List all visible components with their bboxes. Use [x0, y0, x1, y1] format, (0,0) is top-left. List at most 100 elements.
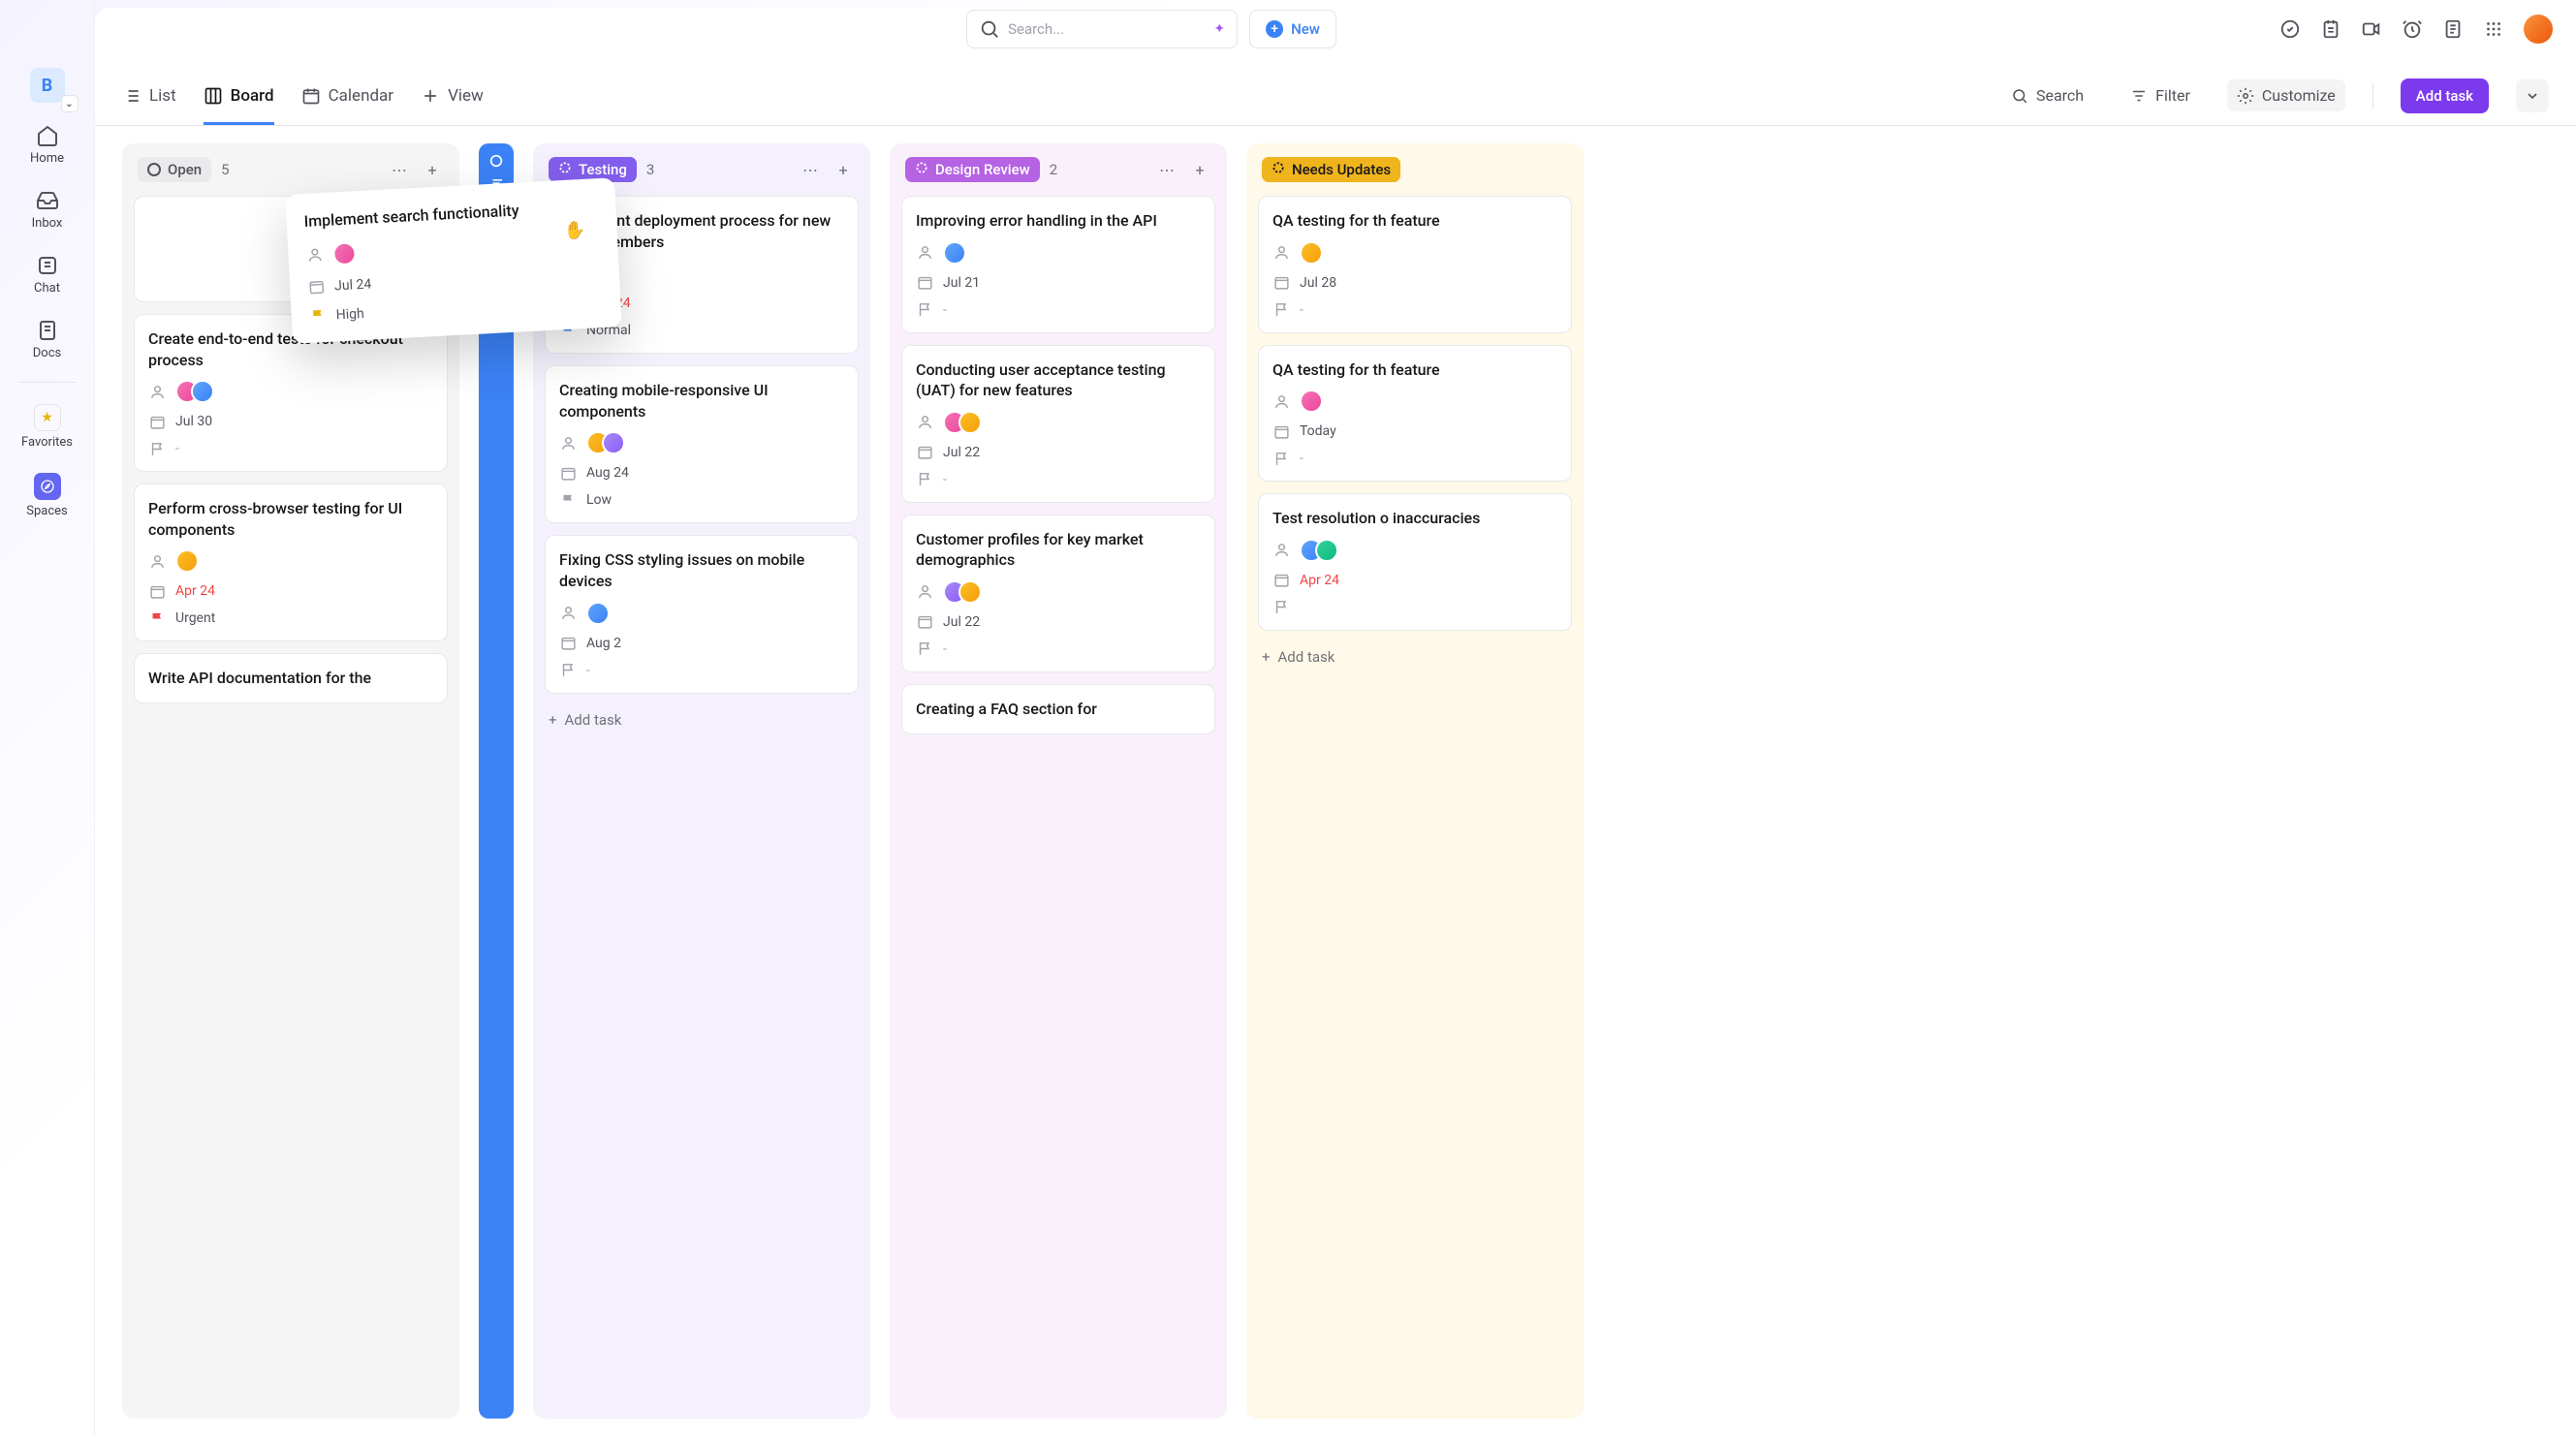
- task-card[interactable]: Creating mobile-responsive UI components…: [545, 365, 859, 523]
- card-assignees[interactable]: [305, 229, 601, 267]
- sidebar-item-spaces[interactable]: Spaces: [0, 463, 94, 528]
- more-icon[interactable]: ⋯: [1155, 158, 1178, 181]
- card-date[interactable]: Jul 24: [307, 264, 603, 297]
- document-icon[interactable]: [2442, 18, 2464, 40]
- workspace-switcher[interactable]: B ⌄: [30, 68, 65, 103]
- calendar-icon: [916, 274, 933, 292]
- sidebar-item-favorites[interactable]: ★ Favorites: [0, 394, 94, 459]
- sidebar-item-chat[interactable]: Chat: [0, 244, 94, 305]
- dragging-task-card[interactable]: Implement search functionality ✋ Jul 24 …: [285, 177, 622, 343]
- card-date[interactable]: Jul 30: [148, 413, 433, 430]
- tab-list[interactable]: List: [122, 66, 176, 125]
- plus-icon[interactable]: +: [421, 158, 444, 181]
- board-search[interactable]: Search: [2001, 79, 2093, 111]
- sidebar-item-label: Home: [30, 151, 64, 166]
- add-task-column[interactable]: +Add task: [545, 705, 859, 734]
- card-priority[interactable]: -: [1272, 301, 1557, 319]
- card-priority[interactable]: -: [916, 471, 1201, 488]
- plus-icon[interactable]: +: [832, 158, 855, 181]
- topbar: ✦ + New: [0, 0, 2576, 58]
- task-card[interactable]: Conducting user acceptance testing (UAT)…: [901, 345, 1215, 503]
- date-value: Jul 30: [175, 414, 212, 429]
- global-search[interactable]: ✦: [966, 10, 1238, 48]
- status-pill-needs-updates[interactable]: Needs Updates: [1262, 157, 1400, 182]
- task-card[interactable]: Creating a FAQ section for: [901, 684, 1215, 734]
- divider: [2372, 83, 2373, 109]
- task-card[interactable]: QA testing for th feature Today -: [1258, 345, 1572, 483]
- task-card[interactable]: Customer profiles for key market demogra…: [901, 515, 1215, 672]
- tab-add-view[interactable]: View: [421, 66, 484, 125]
- card-assignees[interactable]: [559, 602, 844, 625]
- card-date[interactable]: Aug 24: [559, 464, 844, 482]
- card-date[interactable]: Jul 22: [916, 613, 1201, 631]
- more-icon[interactable]: ⋯: [799, 158, 822, 181]
- date-value: Apr 24: [175, 583, 215, 599]
- task-card[interactable]: Test resolution o inaccuracies Apr 24: [1258, 493, 1572, 631]
- card-assignees[interactable]: [1272, 241, 1557, 265]
- person-icon: [916, 583, 933, 601]
- card-assignees[interactable]: [148, 549, 433, 573]
- card-assignees[interactable]: [559, 431, 844, 454]
- card-assignees[interactable]: [916, 241, 1201, 265]
- sidebar-item-inbox[interactable]: Inbox: [0, 179, 94, 240]
- alarm-icon[interactable]: [2402, 18, 2423, 40]
- task-card[interactable]: QA testing for th feature Jul 28 -: [1258, 196, 1572, 333]
- check-circle-icon[interactable]: [2279, 18, 2301, 40]
- task-card[interactable]: Fixing CSS styling issues on mobile devi…: [545, 535, 859, 693]
- kanban-board: Open 5 ⋯ + Create end-to-end tests for c…: [95, 126, 2576, 1436]
- more-icon[interactable]: ⋯: [388, 158, 411, 181]
- card-assignees[interactable]: [1272, 390, 1557, 413]
- add-task-button[interactable]: Add task: [2401, 78, 2489, 113]
- card-priority[interactable]: -: [916, 640, 1201, 658]
- status-label: Design Review: [935, 161, 1030, 178]
- plus-icon[interactable]: +: [1188, 158, 1211, 181]
- card-assignees[interactable]: [916, 411, 1201, 434]
- tab-board[interactable]: Board: [204, 66, 274, 125]
- card-assignees[interactable]: [148, 380, 433, 403]
- card-date[interactable]: Jul 21: [916, 274, 1201, 292]
- card-assignees[interactable]: [1272, 539, 1557, 562]
- card-priority[interactable]: High: [308, 293, 604, 326]
- user-avatar[interactable]: [2524, 15, 2553, 44]
- status-pill-open[interactable]: Open: [138, 157, 211, 182]
- ai-sparkle-icon[interactable]: ✦: [1213, 21, 1225, 37]
- customize-button[interactable]: Customize: [2227, 79, 2345, 111]
- card-priority[interactable]: [1272, 599, 1557, 616]
- new-button[interactable]: + New: [1249, 10, 1336, 48]
- column-header: Needs Updates: [1258, 155, 1572, 184]
- card-priority[interactable]: -: [916, 301, 1201, 319]
- search-input[interactable]: [1008, 20, 1206, 38]
- card-priority[interactable]: Low: [559, 491, 844, 509]
- chevron-down-icon[interactable]: ⌄: [61, 95, 79, 112]
- task-card[interactable]: Perform cross-browser testing for UI com…: [134, 484, 448, 641]
- plus-icon: +: [1262, 648, 1271, 666]
- card-date[interactable]: Apr 24: [1272, 572, 1557, 589]
- tab-label: Board: [231, 86, 274, 106]
- sidebar-item-home[interactable]: Home: [0, 114, 94, 175]
- card-priority[interactable]: -: [1272, 450, 1557, 467]
- card-assignees[interactable]: [916, 580, 1201, 604]
- column-collapsed-in-progress[interactable]: In P: [479, 143, 514, 1419]
- sidebar-item-docs[interactable]: Docs: [0, 309, 94, 370]
- tab-calendar[interactable]: Calendar: [301, 66, 393, 125]
- filter-button[interactable]: Filter: [2120, 79, 2200, 111]
- status-pill-design-review[interactable]: Design Review: [905, 157, 1040, 182]
- card-title: Perform cross-browser testing for UI com…: [148, 498, 433, 540]
- card-date[interactable]: Jul 22: [916, 444, 1201, 461]
- priority-value: High: [335, 306, 364, 323]
- add-task-column[interactable]: +Add task: [1258, 642, 1572, 671]
- video-icon[interactable]: [2361, 18, 2382, 40]
- task-card[interactable]: Write API documentation for the: [134, 653, 448, 703]
- notepad-icon[interactable]: [2320, 18, 2341, 40]
- card-date[interactable]: Today: [1272, 422, 1557, 440]
- card-date[interactable]: Jul 28: [1272, 274, 1557, 292]
- card-priority[interactable]: Urgent: [148, 609, 433, 627]
- card-priority[interactable]: -: [559, 662, 844, 679]
- more-chevron-button[interactable]: [2516, 79, 2549, 112]
- status-label: Testing: [579, 161, 627, 178]
- task-card[interactable]: Improving error handling in the API Jul …: [901, 196, 1215, 333]
- card-priority[interactable]: -: [148, 440, 433, 457]
- card-date[interactable]: Apr 24: [148, 582, 433, 600]
- card-date[interactable]: Aug 2: [559, 635, 844, 652]
- apps-grid-icon[interactable]: [2483, 18, 2504, 40]
